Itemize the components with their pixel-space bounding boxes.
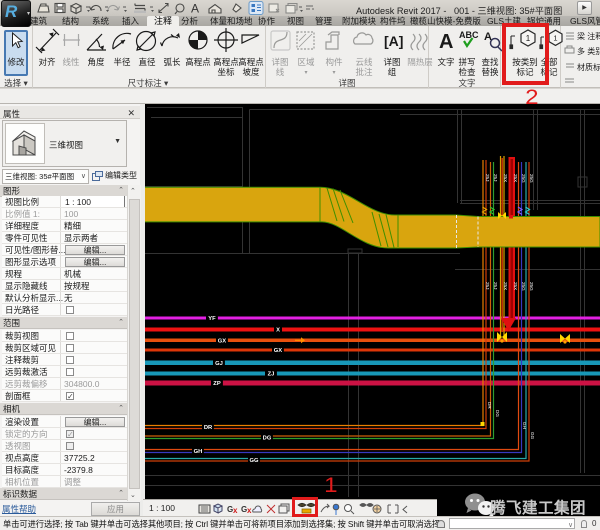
svg-text:GH: GH [194, 449, 203, 455]
svg-text:线: 线 [276, 67, 285, 77]
svg-text:详图: 详图 [338, 78, 355, 88]
svg-text:角度: 角度 [87, 57, 105, 67]
svg-text:查找: 查找 [481, 57, 499, 67]
svg-text:ZP: ZP [213, 381, 221, 387]
svg-text:对齐: 对齐 [38, 57, 56, 67]
svg-text:多 类别: 多 类别 [577, 46, 600, 56]
svg-text:25G: 25G [529, 174, 534, 183]
svg-text:25G: 25G [521, 174, 526, 183]
svg-text:DG: DG [495, 410, 500, 417]
svg-text:25J: 25J [485, 282, 490, 289]
svg-text:详图: 详图 [271, 57, 288, 67]
svg-text:GX: GX [218, 338, 227, 344]
svg-text:半径: 半径 [113, 57, 131, 67]
svg-text:25G: 25G [529, 282, 534, 291]
svg-text:GX: GX [274, 348, 283, 354]
svg-text:GJ: GJ [215, 361, 223, 367]
svg-text:高程点: 高程点 [238, 57, 264, 67]
svg-text:25J: 25J [493, 174, 498, 181]
svg-text:25G: 25G [521, 282, 526, 291]
svg-text:坡度: 坡度 [242, 67, 260, 77]
svg-text:线性: 线性 [62, 57, 80, 67]
svg-text:[A]: [A] [384, 33, 403, 49]
svg-text:云线: 云线 [355, 57, 373, 67]
svg-text:▾: ▾ [332, 70, 335, 76]
svg-text:高程点: 高程点 [185, 57, 211, 67]
svg-text:GH: GH [522, 422, 527, 429]
svg-text:DR: DR [204, 425, 213, 431]
svg-text:选择 ▾: 选择 ▾ [4, 78, 28, 88]
svg-text:▾: ▾ [304, 70, 307, 76]
svg-text:拼写: 拼写 [458, 57, 475, 67]
svg-text:ABC: ABC [459, 30, 479, 40]
svg-text:25X: 25X [503, 174, 508, 182]
svg-text:25X: 25X [513, 174, 518, 182]
svg-text:批注: 批注 [355, 67, 373, 77]
svg-text:X: X [276, 328, 280, 334]
svg-text:A: A [191, 2, 199, 16]
svg-text:25J: 25J [485, 174, 490, 181]
svg-text:A: A [439, 31, 453, 53]
svg-text:尺寸标注 ▾: 尺寸标注 ▾ [128, 78, 169, 88]
svg-text:文字: 文字 [437, 57, 454, 67]
svg-text:文字: 文字 [458, 78, 475, 88]
svg-text:GG: GG [249, 458, 259, 464]
svg-text:25X: 25X [513, 282, 518, 290]
svg-text:修改: 修改 [7, 57, 25, 67]
svg-text:替换: 替换 [481, 67, 499, 77]
svg-text:x: x [233, 506, 238, 515]
svg-text:1: 1 [553, 34, 557, 43]
svg-text:坐标: 坐标 [217, 67, 235, 77]
svg-text:GG: GG [530, 432, 535, 440]
svg-text:弧长: 弧长 [163, 57, 181, 67]
svg-text:ZJ: ZJ [268, 372, 275, 378]
svg-text:25J: 25J [493, 282, 498, 289]
svg-text:直径: 直径 [138, 57, 156, 67]
svg-text:检查: 检查 [458, 67, 476, 77]
svg-text:25X: 25X [503, 282, 508, 290]
svg-text:x: x [247, 506, 252, 515]
svg-text:YF: YF [208, 316, 216, 322]
svg-text:隔热层: 隔热层 [407, 57, 433, 67]
svg-text:构件: 构件 [325, 57, 343, 67]
svg-text:DR: DR [487, 402, 492, 409]
svg-text:组: 组 [388, 67, 397, 77]
svg-text:区域: 区域 [297, 57, 315, 67]
svg-text:DG: DG [263, 435, 272, 441]
svg-text:高程点: 高程点 [213, 57, 239, 67]
svg-text:材质标记: 材质标记 [577, 62, 600, 72]
svg-text:详图: 详图 [383, 57, 400, 67]
svg-text:梁 注释: 梁 注释 [577, 31, 600, 41]
